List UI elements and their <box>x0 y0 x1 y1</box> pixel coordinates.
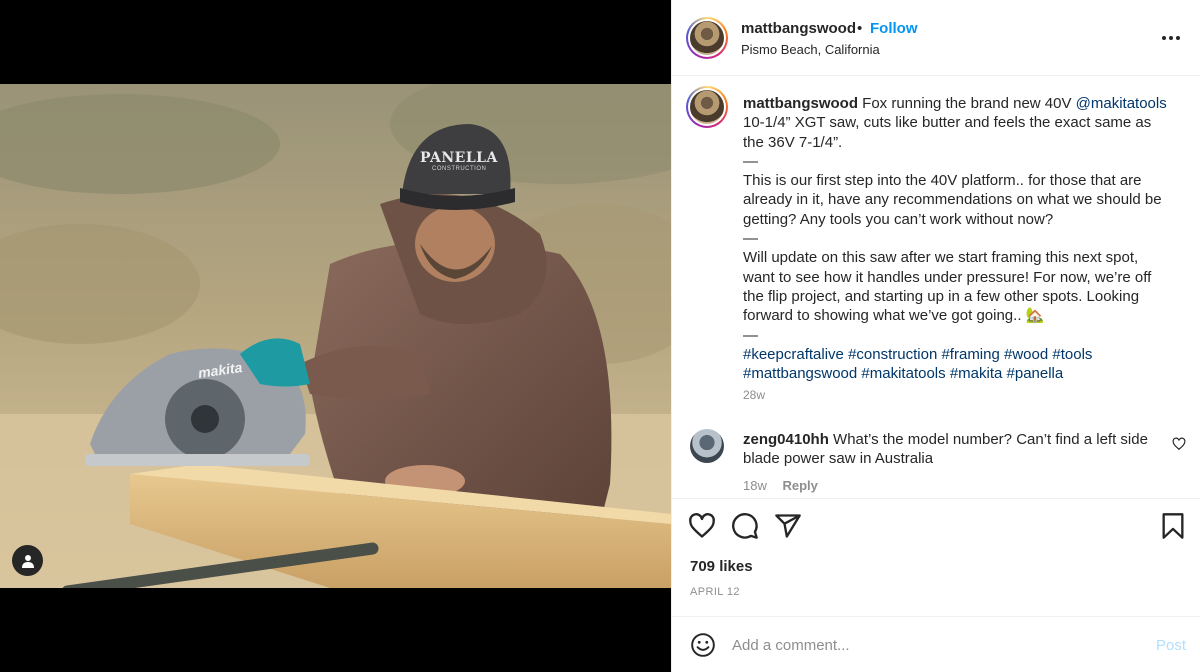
post-side-panel: mattbangswood • Follow Pismo Beach, Cali… <box>671 0 1200 672</box>
caption-text: Fox running the brand new 40V <box>858 95 1076 112</box>
follow-button[interactable]: Follow <box>870 20 918 37</box>
post-location[interactable]: Pismo Beach, California <box>741 42 880 57</box>
like-count[interactable]: 709 likes <box>690 558 753 575</box>
caption-username[interactable]: mattbangswood <box>743 95 858 112</box>
post-photo[interactable]: PANELLA CONSTRUCTION makita <box>0 84 671 588</box>
cap-logo-text: PANELLA <box>420 150 498 166</box>
caption-mention[interactable]: @makitatools <box>1076 95 1167 112</box>
comments-list[interactable]: mattbangswood Fox running the brand new … <box>672 77 1200 498</box>
add-comment-bar: Post <box>672 616 1200 672</box>
author-username[interactable]: mattbangswood <box>741 20 856 37</box>
hashtag[interactable]: #makitatools <box>861 365 945 382</box>
tagged-users-button[interactable] <box>12 545 43 576</box>
more-horizontal-icon <box>1162 36 1180 40</box>
comment-bubble-icon[interactable] <box>731 512 759 540</box>
caption-dash-3: — <box>743 326 758 344</box>
emoji-smiley-icon[interactable] <box>690 632 716 658</box>
hashtag[interactable]: #keepcraftalive <box>743 346 844 363</box>
hashtag[interactable]: #panella <box>1007 365 1064 382</box>
comment-body: zeng0410hh What’s the model number? Can’… <box>743 430 1153 469</box>
caption-dash-1: — <box>743 152 758 170</box>
comment-input[interactable] <box>732 633 1142 657</box>
comment-like-heart-icon[interactable] <box>1172 437 1186 451</box>
person-icon <box>21 554 34 568</box>
more-options-button[interactable] <box>1159 26 1183 50</box>
commenter-avatar[interactable] <box>690 429 724 463</box>
reply-button[interactable]: Reply <box>782 478 817 493</box>
caption-para-2: This is our first step into the 40V plat… <box>743 172 1162 228</box>
caption-author-avatar[interactable] <box>686 86 728 128</box>
hashtag[interactable]: #makita <box>950 365 1003 382</box>
like-heart-icon[interactable] <box>688 512 716 540</box>
author-avatar[interactable] <box>686 17 728 59</box>
hashtag[interactable]: #tools <box>1052 346 1092 363</box>
commenter-username[interactable]: zeng0410hh <box>743 431 829 448</box>
caption-dash-2: — <box>743 230 758 248</box>
post-modal: PANELLA CONSTRUCTION makita mattbangswoo… <box>0 0 1200 672</box>
cap-logo-subtext: CONSTRUCTION <box>432 166 487 172</box>
hashtag[interactable]: #wood <box>1004 346 1048 363</box>
caption-para-1: mattbangswood Fox running the brand new … <box>743 94 1173 152</box>
caption-text-rest: 10-1/4” XGT saw, cuts like butter and fe… <box>743 114 1152 151</box>
hashtag[interactable]: #construction <box>848 346 937 363</box>
post-actions: 709 likes APRIL 12 <box>672 498 1200 616</box>
hashtag[interactable]: #mattbangswood <box>743 365 857 382</box>
comment-meta: 18w Reply <box>743 478 830 493</box>
post-header: mattbangswood • Follow Pismo Beach, Cali… <box>672 0 1200 76</box>
post-caption: mattbangswood Fox running the brand new … <box>743 94 1173 383</box>
post-media: PANELLA CONSTRUCTION makita <box>0 0 671 672</box>
caption-para-3: Will update on this saw after we start f… <box>743 249 1152 325</box>
photo-illustration <box>0 84 671 588</box>
caption-hashtags: #keepcraftalive #construction #framing #… <box>743 345 1173 384</box>
caption-timestamp[interactable]: 28w <box>743 388 765 402</box>
header-separator: • <box>857 20 863 37</box>
post-date[interactable]: APRIL 12 <box>690 586 740 598</box>
share-send-icon[interactable] <box>774 512 802 540</box>
hashtag[interactable]: #framing <box>941 346 999 363</box>
save-bookmark-icon[interactable] <box>1159 512 1187 540</box>
comment-timestamp[interactable]: 18w <box>743 478 767 493</box>
post-comment-button[interactable]: Post <box>1156 637 1186 654</box>
